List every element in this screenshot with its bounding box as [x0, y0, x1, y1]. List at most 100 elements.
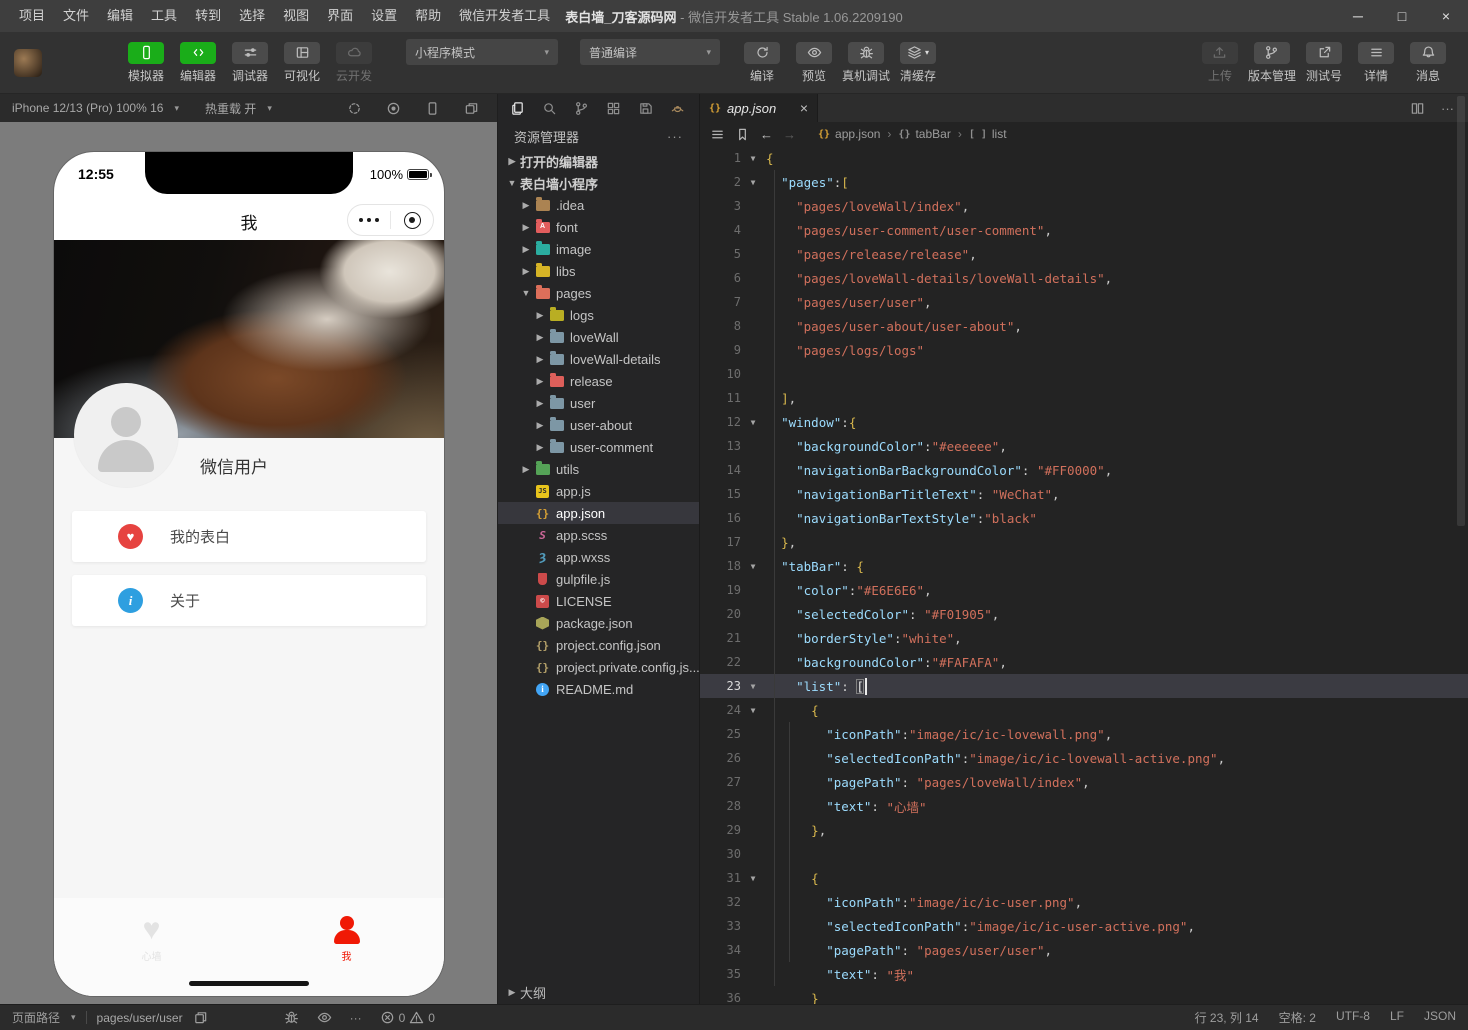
- fold-chevron-icon[interactable]: ▼: [744, 178, 762, 187]
- editor-scrollbar[interactable]: [1455, 94, 1467, 1004]
- code-line-1[interactable]: 1▼{: [700, 146, 1468, 170]
- code-line-5[interactable]: 5 "pages/release/release",: [700, 242, 1468, 266]
- language-mode[interactable]: JSON: [1424, 1009, 1456, 1026]
- breadcrumb-item-list[interactable]: [ ]list: [969, 127, 1007, 141]
- tree-item-app.js[interactable]: JSapp.js: [498, 480, 699, 502]
- compile-mode-select[interactable]: 普通编译 ▾: [580, 39, 720, 65]
- tree-item-release[interactable]: ▶release: [498, 370, 699, 392]
- code-line-32[interactable]: 32 "iconPath":"image/ic/ic-user.png",: [700, 890, 1468, 914]
- tab-app-json[interactable]: {} app.json ×: [700, 94, 818, 122]
- toolbar-button-eye[interactable]: 预览: [788, 42, 840, 84]
- menu-微信开发者工具[interactable]: 微信开发者工具: [450, 0, 559, 32]
- detach-window-icon[interactable]: [464, 101, 479, 116]
- maximize-icon[interactable]: □: [1380, 0, 1424, 32]
- fold-chevron-icon[interactable]: ▼: [744, 682, 762, 691]
- breadcrumb-item-app.json[interactable]: {}app.json: [818, 127, 880, 141]
- user-avatar[interactable]: [14, 49, 42, 77]
- fold-chevron-icon[interactable]: ▼: [744, 874, 762, 883]
- editor-more-icon[interactable]: ···: [1441, 101, 1454, 116]
- mode-select[interactable]: 小程序模式 ▾: [406, 39, 558, 65]
- code-line-27[interactable]: 27 "pagePath": "pages/loveWall/index",: [700, 770, 1468, 794]
- code-line-18[interactable]: 18▼ "tabBar": {: [700, 554, 1468, 578]
- device-frame-icon[interactable]: [425, 101, 440, 116]
- menu-转到[interactable]: 转到: [186, 0, 230, 32]
- copy-path-icon[interactable]: [193, 1010, 208, 1025]
- toolbar-button-branch[interactable]: 版本管理: [1246, 42, 1298, 84]
- preview-icon[interactable]: [317, 1010, 332, 1025]
- toolbar-button-layout[interactable]: 可视化: [276, 42, 328, 84]
- tree-item-pages[interactable]: ▼pages: [498, 282, 699, 304]
- code-line-35[interactable]: 35 "text": "我": [700, 962, 1468, 986]
- menu-设置[interactable]: 设置: [362, 0, 406, 32]
- files-icon[interactable]: [510, 101, 525, 116]
- toolbar-button-bell[interactable]: 消息: [1402, 42, 1454, 84]
- toolbar-button-phone[interactable]: 模拟器: [120, 42, 172, 84]
- tree-item-LICENSE[interactable]: ©LICENSE: [498, 590, 699, 612]
- code-line-10[interactable]: 10: [700, 362, 1468, 386]
- code-line-7[interactable]: 7 "pages/user/user",: [700, 290, 1468, 314]
- code-line-8[interactable]: 8 "pages/user-about/user-about",: [700, 314, 1468, 338]
- extensions-icon[interactable]: [606, 101, 621, 116]
- split-editor-icon[interactable]: [1410, 101, 1425, 116]
- rotate-icon[interactable]: [347, 101, 362, 116]
- code-line-28[interactable]: 28 "text": "心墙": [700, 794, 1468, 818]
- encoding[interactable]: UTF-8: [1336, 1009, 1370, 1026]
- menu-项目[interactable]: 项目: [10, 0, 54, 32]
- tree-item-app.scss[interactable]: Sapp.scss: [498, 524, 699, 546]
- code-editor[interactable]: 1▼{2▼ "pages":[3 "pages/loveWall/index",…: [700, 146, 1468, 1004]
- teapot-icon[interactable]: [670, 101, 685, 116]
- profile-menu-item-我的表白[interactable]: ♥我的表白: [72, 511, 426, 562]
- code-line-6[interactable]: 6 "pages/loveWall-details/loveWall-detai…: [700, 266, 1468, 290]
- code-line-12[interactable]: 12▼ "window":{: [700, 410, 1468, 434]
- menu-编辑[interactable]: 编辑: [98, 0, 142, 32]
- outline-list-icon[interactable]: [710, 127, 725, 142]
- toolbar-button-code[interactable]: 编辑器: [172, 42, 224, 84]
- menu-帮助[interactable]: 帮助: [406, 0, 450, 32]
- code-line-23[interactable]: 23▼ "list": [: [700, 674, 1468, 698]
- statusbar-more-icon[interactable]: ···: [350, 1011, 362, 1025]
- code-line-21[interactable]: 21 "borderStyle":"white",: [700, 626, 1468, 650]
- tree-item-user[interactable]: ▶user: [498, 392, 699, 414]
- code-line-9[interactable]: 9 "pages/logs/logs": [700, 338, 1468, 362]
- problems-indicator[interactable]: 0 0: [380, 1010, 435, 1025]
- tree-item-project.private.config.js...[interactable]: {}project.private.config.js...: [498, 656, 699, 678]
- code-line-3[interactable]: 3 "pages/loveWall/index",: [700, 194, 1468, 218]
- more-actions-icon[interactable]: ···: [667, 129, 683, 144]
- save-icon[interactable]: [638, 101, 653, 116]
- tree-item-打开的编辑器[interactable]: ▶打开的编辑器: [498, 150, 699, 172]
- code-line-31[interactable]: 31▼ {: [700, 866, 1468, 890]
- code-line-33[interactable]: 33 "selectedIconPath":"image/ic/ic-user-…: [700, 914, 1468, 938]
- tree-item-app.json[interactable]: {}app.json: [498, 502, 699, 524]
- menu-文件[interactable]: 文件: [54, 0, 98, 32]
- tree-item-gulpfile.js[interactable]: gulpfile.js: [498, 568, 699, 590]
- code-line-30[interactable]: 30: [700, 842, 1468, 866]
- tree-item-image[interactable]: ▶image: [498, 238, 699, 260]
- tree-item-user-comment[interactable]: ▶user-comment: [498, 436, 699, 458]
- code-line-29[interactable]: 29 },: [700, 818, 1468, 842]
- tree-item-loveWall[interactable]: ▶loveWall: [498, 326, 699, 348]
- tree-item-README.md[interactable]: iREADME.md: [498, 678, 699, 700]
- profile-menu-item-关于[interactable]: i关于: [72, 575, 426, 626]
- toolbar-button-refresh[interactable]: 编译: [736, 42, 788, 84]
- fold-chevron-icon[interactable]: ▼: [744, 562, 762, 571]
- code-line-22[interactable]: 22 "backgroundColor":"#FAFAFA",: [700, 650, 1468, 674]
- fold-chevron-icon[interactable]: ▼: [744, 706, 762, 715]
- code-line-19[interactable]: 19 "color":"#E6E6E6",: [700, 578, 1468, 602]
- toolbar-button-bug[interactable]: 真机调试: [840, 42, 892, 84]
- code-line-36[interactable]: 36 }: [700, 986, 1468, 1004]
- code-line-24[interactable]: 24▼ {: [700, 698, 1468, 722]
- tree-item-libs[interactable]: ▶libs: [498, 260, 699, 282]
- code-line-34[interactable]: 34 "pagePath": "pages/user/user",: [700, 938, 1468, 962]
- minimize-capsule-icon[interactable]: [391, 212, 433, 229]
- tree-item-project.config.json[interactable]: {}project.config.json: [498, 634, 699, 656]
- cursor-position[interactable]: 行 23, 列 14: [1195, 1009, 1259, 1026]
- toolbar-button-layers[interactable]: ▾清缓存: [892, 42, 944, 84]
- tree-item-app.wxss[interactable]: Ȝapp.wxss: [498, 546, 699, 568]
- user-avatar-placeholder[interactable]: [74, 383, 178, 487]
- tree-item-loveWall-details[interactable]: ▶loveWall-details: [498, 348, 699, 370]
- code-line-20[interactable]: 20 "selectedColor": "#F01905",: [700, 602, 1468, 626]
- outline-section[interactable]: ▶ 大纲: [498, 980, 699, 1004]
- scrollbar-handle[interactable]: [1457, 96, 1465, 526]
- close-icon[interactable]: ×: [1424, 0, 1468, 32]
- code-line-16[interactable]: 16 "navigationBarTextStyle":"black": [700, 506, 1468, 530]
